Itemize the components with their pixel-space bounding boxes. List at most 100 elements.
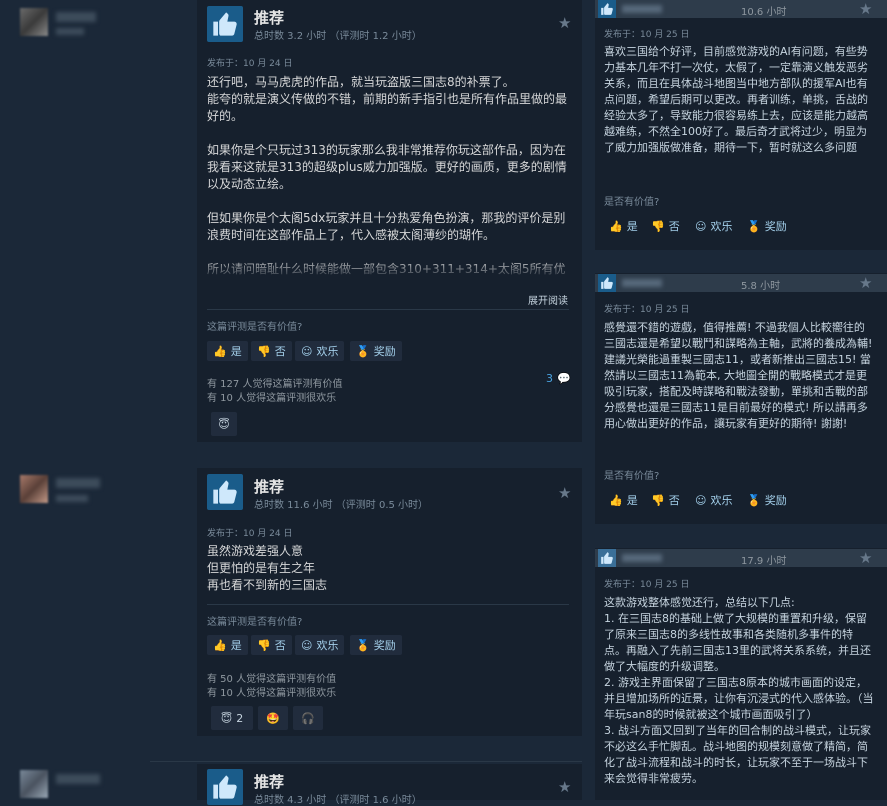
thumbs-up-icon: 👍 — [609, 493, 623, 507]
award-icon: 🎧 — [301, 711, 315, 725]
award-icon: 🏅 — [356, 344, 370, 358]
posted-date: 发布于：10 月 24 日 — [207, 59, 293, 69]
star-icon[interactable]: ★ — [558, 484, 571, 502]
playtime: 总时数 11.6 小时 （评测时 0.5 小时） — [254, 500, 429, 511]
review-text: 感覺還不錯的遊戲，值得推薦! 不過我個人比較嚮往的三國志還是希望以戰鬥和謀略為主… — [604, 321, 873, 430]
vote-yes-label: 是 — [626, 494, 638, 507]
comments-link[interactable]: 3 💬 — [546, 372, 571, 385]
comment-count: 3 — [546, 372, 553, 385]
thumbs-down-icon: 👎 — [257, 638, 271, 652]
helpful-count: 有 127 人觉得这篇评测有价值 — [207, 379, 343, 390]
award-badge[interactable]: 😇 2 — [211, 706, 253, 730]
award-icon: 😇 — [218, 417, 230, 431]
award-label: 奖励 — [764, 494, 787, 507]
award-icon: 😇 — [220, 711, 233, 725]
vote-yes-button[interactable]: 👍 是 — [207, 635, 248, 655]
vote-no-label: 否 — [274, 345, 286, 358]
thumbs-down-icon: 👎 — [651, 219, 665, 233]
vote-no-button[interactable]: 👎 否 — [251, 635, 292, 655]
recommended-label[interactable]: 推荐 — [254, 7, 284, 28]
award-badge[interactable]: 🎧 — [293, 706, 323, 730]
review-text: 还行吧，马马虎虎的作品，就当玩盗版三国志8的补票了。 能夸的就是演义传做的不错，… — [207, 75, 568, 276]
vote-funny-button[interactable]: ☺ 欢乐 — [295, 341, 345, 361]
username[interactable] — [56, 478, 100, 488]
vote-funny-button[interactable]: ☺ 欢乐 — [695, 490, 732, 510]
vote-yes-button[interactable]: 👍 是 — [207, 341, 248, 361]
user-meta — [56, 495, 88, 502]
vote-no-button[interactable]: 👎 否 — [251, 341, 292, 361]
vote-yes-button[interactable]: 👍 是 — [609, 216, 638, 236]
vote-funny-button[interactable]: ☺ 欢乐 — [695, 216, 732, 236]
vote-yes-label: 是 — [230, 639, 242, 652]
thumbs-up-icon[interactable] — [207, 6, 243, 42]
divider — [150, 761, 582, 762]
username[interactable] — [622, 279, 662, 287]
vote-funny-label: 欢乐 — [316, 345, 339, 358]
award-button[interactable]: 🏅 奖励 — [350, 635, 402, 655]
smile-icon: ☺ — [301, 638, 313, 652]
recommended-label[interactable]: 推荐 — [254, 476, 284, 497]
playtime: 5.8 小时 — [741, 281, 781, 292]
divider — [207, 309, 569, 310]
vote-yes-button[interactable]: 👍 是 — [609, 490, 638, 510]
vote-no-label: 否 — [668, 220, 680, 233]
vote-no-button[interactable]: 👎 否 — [651, 216, 680, 236]
award-label: 奖励 — [373, 345, 396, 358]
award-button[interactable]: 🏅 奖励 — [350, 341, 402, 361]
username[interactable] — [622, 554, 662, 562]
vote-no-button[interactable]: 👎 否 — [651, 490, 680, 510]
thumbs-up-icon: 👍 — [609, 219, 623, 233]
posted-date: 发布于：10 月 25 日 — [604, 30, 690, 40]
thumbs-up-icon[interactable] — [598, 0, 616, 18]
vote-no-label: 否 — [668, 494, 680, 507]
award-icon: 🤩 — [266, 711, 280, 725]
divider — [207, 604, 569, 605]
helpful-question: 这篇评测是否有价值? — [207, 322, 303, 333]
recommended-label[interactable]: 推荐 — [254, 771, 284, 792]
award-badge[interactable]: 😇 — [211, 412, 237, 436]
review-text: 虽然游戏差强人意 但更怕的是有生之年 再也看不到新的三国志 — [207, 544, 328, 592]
avatar[interactable] — [20, 770, 48, 798]
award-count: 2 — [236, 711, 244, 725]
review-text: 喜欢三国给个好评，目前感觉游戏的AI有问题，有些势力基本几年不打一次仗，太假了，… — [604, 45, 868, 154]
comment-icon: 💬 — [557, 372, 571, 385]
award-button[interactable]: 🏅 奖励 — [747, 216, 787, 236]
posted-date: 发布于：10 月 25 日 — [604, 580, 690, 590]
playtime: 17.9 小时 — [741, 556, 787, 567]
posted-date: 发布于：10 月 25 日 — [604, 305, 690, 315]
vote-funny-label: 欢乐 — [710, 220, 733, 233]
vote-yes-label: 是 — [626, 220, 638, 233]
helpful-question: 这篇评测是否有价值? — [207, 617, 303, 628]
user-meta — [56, 28, 84, 35]
vote-funny-label: 欢乐 — [316, 639, 339, 652]
posted-date: 发布于：10 月 24 日 — [207, 529, 293, 539]
star-icon[interactable]: ★ — [859, 0, 872, 18]
username[interactable] — [56, 774, 100, 784]
thumbs-down-icon: 👎 — [651, 493, 665, 507]
star-icon[interactable]: ★ — [859, 274, 872, 292]
thumbs-up-icon[interactable] — [207, 474, 243, 510]
award-icon: 🏅 — [356, 638, 370, 652]
smile-icon: ☺ — [695, 493, 707, 507]
avatar[interactable] — [20, 8, 48, 36]
award-button[interactable]: 🏅 奖励 — [747, 490, 787, 510]
helpful-count: 有 50 人觉得这篇评测有价值 — [207, 674, 337, 685]
text-fade — [207, 258, 569, 280]
avatar[interactable] — [20, 475, 48, 503]
thumbs-up-icon[interactable] — [598, 549, 616, 567]
thumbs-down-icon: 👎 — [257, 344, 271, 358]
award-label: 奖励 — [373, 639, 396, 652]
helpful-question: 是否有价值? — [604, 471, 660, 482]
smile-icon: ☺ — [301, 344, 313, 358]
expand-link[interactable]: 展开阅读 — [528, 292, 568, 307]
thumbs-up-icon[interactable] — [598, 274, 616, 292]
username[interactable] — [622, 5, 662, 13]
star-icon[interactable]: ★ — [859, 549, 872, 567]
vote-funny-button[interactable]: ☺ 欢乐 — [295, 635, 345, 655]
star-icon[interactable]: ★ — [558, 778, 571, 796]
funny-count: 有 10 人觉得这篇评测很欢乐 — [207, 688, 337, 699]
username[interactable] — [56, 12, 96, 22]
award-badge[interactable]: 🤩 — [258, 706, 288, 730]
star-icon[interactable]: ★ — [558, 14, 571, 32]
vote-no-label: 否 — [274, 639, 286, 652]
